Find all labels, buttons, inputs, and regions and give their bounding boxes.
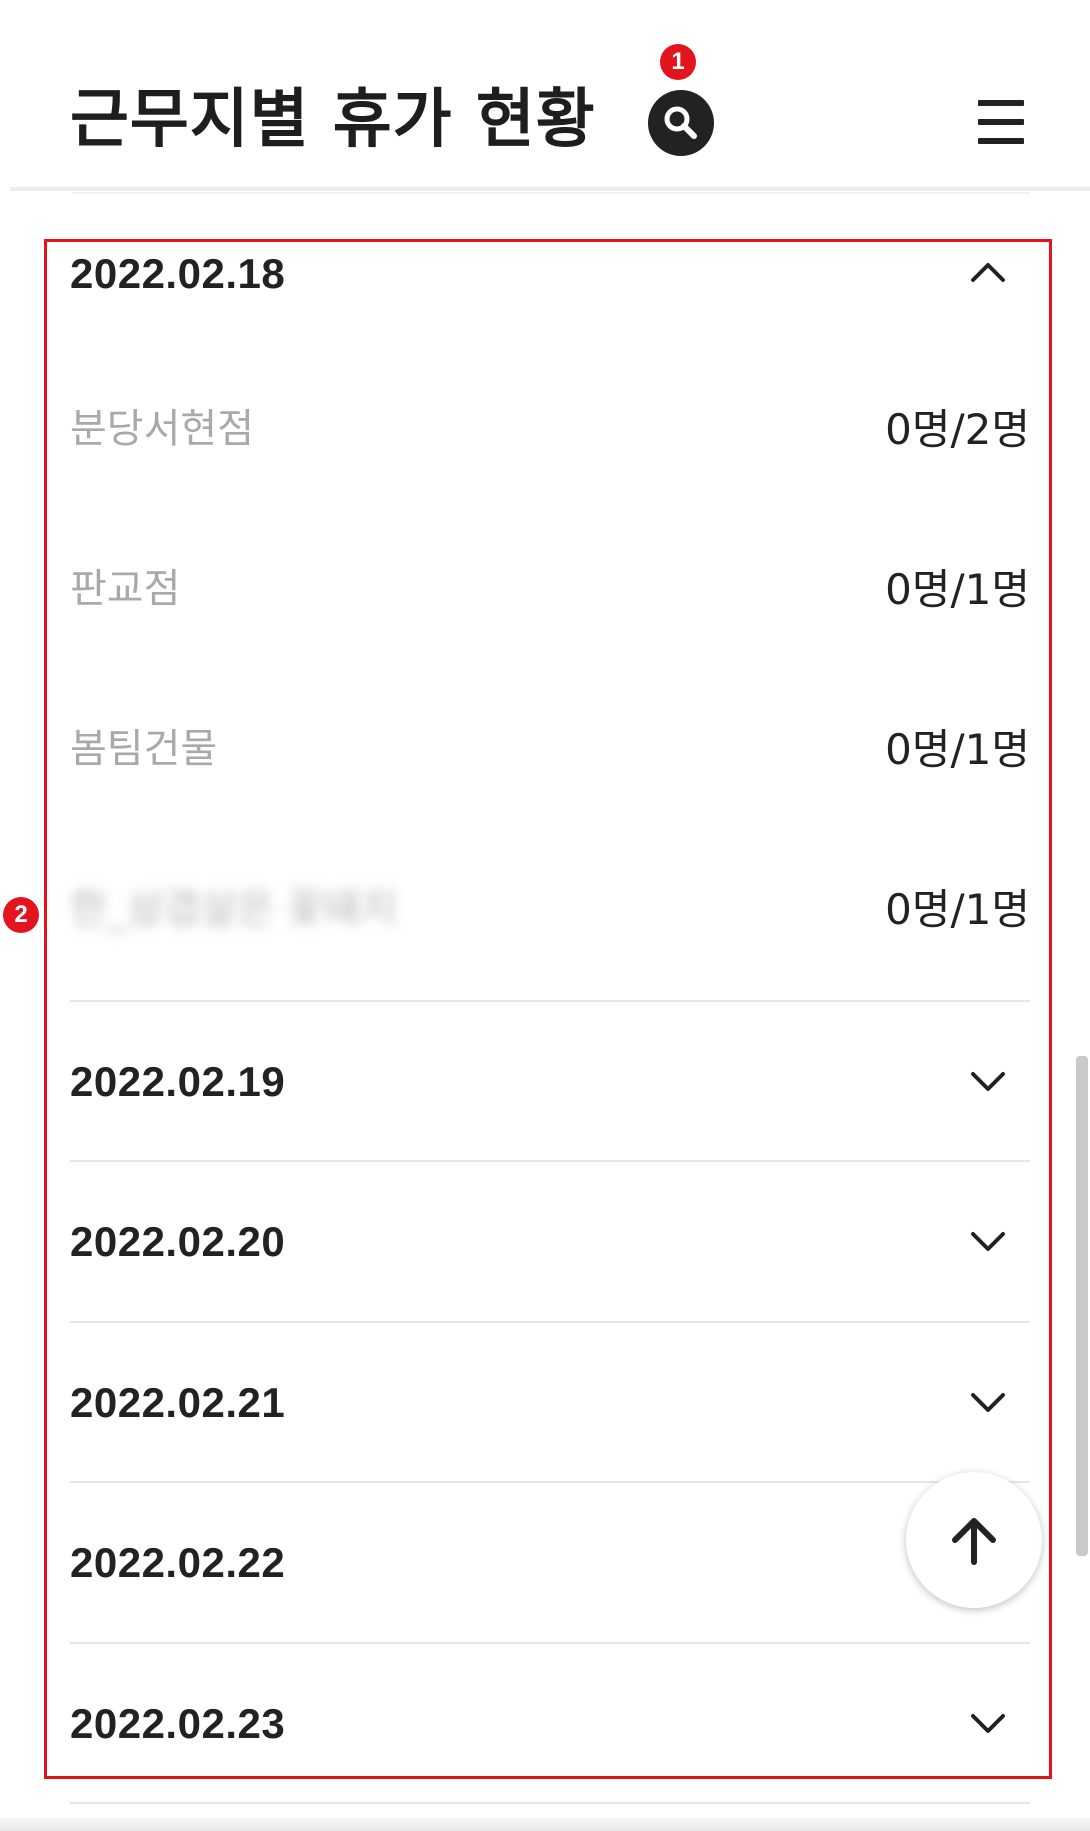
search-icon <box>664 106 697 139</box>
site-count: 0명/2명 <box>885 405 1030 454</box>
arrow-up-icon <box>952 1518 996 1565</box>
header-divider-sub <box>72 192 1030 194</box>
site-count: 0명/1명 <box>885 565 1030 614</box>
site-row: 판교점 0명/1명 <box>70 556 1030 616</box>
annotation-badge-1: 1 <box>660 44 696 80</box>
date-group-header[interactable]: 2022.02.20 <box>70 1162 1030 1322</box>
date-group-header-expanded[interactable]: 2022.02.18 <box>70 240 1030 310</box>
date-label: 2022.02.21 <box>70 1379 286 1426</box>
site-row: 한_삼겹살은 꽃돼지 0명/1명 <box>70 876 1030 936</box>
date-label: 2022.02.18 <box>70 250 286 297</box>
page-title: 근무지별 휴가 현황 <box>70 83 596 157</box>
date-group-header[interactable]: 2022.02.23 <box>70 1644 1030 1774</box>
app-header: 근무지별 휴가 현황 1 <box>0 0 1090 194</box>
site-count: 0명/1명 <box>885 885 1030 934</box>
chevron-down-icon <box>971 1714 1005 1733</box>
date-label: 2022.02.20 <box>70 1218 286 1265</box>
search-button[interactable] <box>648 90 714 156</box>
site-name: 분당서현점 <box>70 406 254 452</box>
date-group-header[interactable]: 2022.02.21 <box>70 1323 1030 1483</box>
chevron-down-icon <box>971 1393 1005 1412</box>
bottom-edge <box>0 1818 1090 1831</box>
site-name-redacted: 한_삼겹살은 꽃돼지 <box>70 886 398 932</box>
site-name: 판교점 <box>70 566 181 612</box>
date-group-header[interactable]: 2022.02.22 <box>70 1483 1030 1643</box>
header-divider <box>10 187 1090 191</box>
chevron-down-icon <box>971 1072 1005 1091</box>
date-label: 2022.02.23 <box>70 1700 286 1747</box>
annotation-badge-2: 2 <box>3 897 39 933</box>
site-row: 봄팀건물 0명/1명 <box>70 716 1030 776</box>
site-name: 봄팀건물 <box>70 726 218 772</box>
date-group-header[interactable]: 2022.02.19 <box>70 1002 1030 1162</box>
scroll-to-top-button[interactable] <box>906 1472 1042 1608</box>
chevron-down-icon <box>971 1232 1005 1251</box>
row-divider <box>70 1802 1030 1804</box>
site-count: 0명/1명 <box>885 725 1030 774</box>
scrollbar-thumb[interactable] <box>1076 1056 1088 1556</box>
site-row: 분당서현점 0명/2명 <box>70 396 1030 456</box>
date-label: 2022.02.19 <box>70 1058 286 1105</box>
chevron-up-icon <box>971 263 1005 282</box>
date-label: 2022.02.22 <box>70 1539 286 1586</box>
hamburger-menu-icon[interactable] <box>978 100 1024 144</box>
